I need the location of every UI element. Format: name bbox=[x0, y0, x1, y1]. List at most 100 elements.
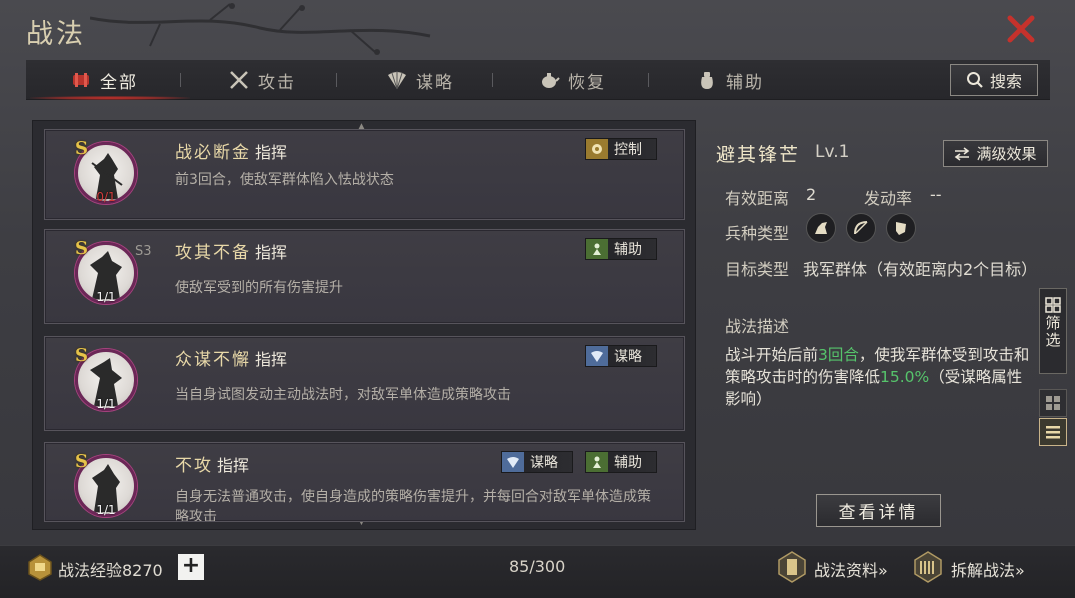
tag-support: 辅助 bbox=[585, 238, 657, 260]
detail-description: 战斗开始后前3回合，使我军群体受到攻击和策略攻击时的伤害降低15.0%（受谋略属… bbox=[725, 344, 1035, 410]
tab-separator bbox=[336, 73, 337, 87]
tab-separator bbox=[180, 73, 181, 87]
view-details-button[interactable]: 查看详情 bbox=[816, 494, 941, 527]
tab-label: 谋略 bbox=[416, 72, 454, 93]
tactic-kind: 指挥 bbox=[217, 456, 250, 475]
tab-all[interactable]: 全部 bbox=[70, 60, 138, 100]
pouch-icon bbox=[696, 69, 718, 91]
filter-button[interactable]: 筛选 bbox=[1039, 288, 1067, 374]
branch-decoration bbox=[90, 3, 431, 55]
tactic-kind: 指挥 bbox=[255, 243, 288, 262]
tactic-capacity: 85/300 bbox=[509, 557, 566, 576]
tactic-kind: 指挥 bbox=[255, 350, 288, 369]
tag-label: 谋略 bbox=[614, 349, 642, 365]
page-title: 战法 bbox=[26, 19, 86, 50]
tactic-name-text: 战必断金 bbox=[175, 143, 251, 163]
tab-support[interactable]: 辅助 bbox=[696, 60, 764, 100]
tab-strategy[interactable]: 谋略 bbox=[386, 60, 454, 100]
dismantle-icon bbox=[914, 551, 942, 583]
grid-view-button[interactable] bbox=[1039, 389, 1067, 417]
tactic-exp-icon bbox=[28, 554, 52, 581]
tactic-count: 1/1 bbox=[96, 290, 116, 304]
add-exp-button[interactable]: + bbox=[178, 554, 204, 580]
tactic-card[interactable]: S 1/1 不攻 指挥 自身无法普通攻击，使自身造成的策略伤害提升，并每回合对敌军… bbox=[44, 442, 685, 522]
active-tab-indicator bbox=[30, 96, 190, 100]
filter-label: 筛选 bbox=[1043, 315, 1062, 349]
tactic-card[interactable]: S 0/1 战必断金 指挥 前3回合，使敌军群体陷入怯战状态 控制 bbox=[44, 129, 685, 220]
tactic-count: 1/1 bbox=[96, 503, 116, 517]
scroll-icon bbox=[70, 69, 92, 91]
range-value: 2 bbox=[806, 185, 817, 204]
tactic-name: 众谋不懈 指挥 bbox=[175, 345, 287, 370]
tactic-desc: 当自身试图发动主动战法时，对敌军单体造成策略攻击 bbox=[175, 387, 511, 403]
tactic-name: 攻其不备 指挥 bbox=[175, 238, 287, 263]
rate-value: -- bbox=[930, 185, 942, 204]
tab-recovery[interactable]: 恢复 bbox=[538, 60, 606, 100]
grade-badge: S bbox=[75, 138, 88, 159]
tab-separator bbox=[648, 73, 649, 87]
tag-label: 辅助 bbox=[614, 242, 642, 258]
desc-highlight: 3回合 bbox=[818, 346, 859, 364]
tab-attack[interactable]: 攻击 bbox=[228, 60, 296, 100]
tag-label: 辅助 bbox=[614, 455, 642, 471]
tactic-card[interactable]: S 1/1 众谋不懈 指挥 当自身试图发动主动战法时，对敌军单体造成策略攻击 谋略 bbox=[44, 336, 685, 431]
grid-view-icon bbox=[1046, 396, 1060, 410]
strategy-icon bbox=[502, 452, 524, 472]
tactic-name-text: 不攻 bbox=[175, 456, 213, 476]
tactic-count: 0/1 bbox=[96, 190, 116, 204]
search-label: 搜索 bbox=[989, 72, 1022, 91]
detail-tactic-name: 避其锋芒 bbox=[716, 144, 801, 166]
teapot-icon bbox=[538, 69, 560, 91]
target-type-label: 目标类型 bbox=[725, 260, 790, 279]
close-icon[interactable] bbox=[1004, 12, 1038, 46]
strategy-icon bbox=[586, 346, 608, 366]
tactic-season: S3 bbox=[135, 244, 152, 259]
support-icon bbox=[586, 239, 608, 259]
tactic-name-text: 众谋不懈 bbox=[175, 350, 251, 370]
search-button[interactable]: 搜索 bbox=[950, 64, 1038, 96]
troop-type-label: 兵种类型 bbox=[725, 224, 790, 243]
cavalry-icon bbox=[806, 213, 836, 243]
tactic-card[interactable]: S S3 1/1 攻其不备 指挥 使敌军受到的所有伤害提升 辅助 bbox=[44, 229, 685, 324]
tactic-name: 战必断金 指挥 bbox=[175, 138, 287, 163]
max-effect-button[interactable]: 满级效果 bbox=[943, 140, 1048, 167]
dismantle-tactic-link[interactable]: 拆解战法» bbox=[951, 557, 1025, 581]
tab-label: 攻击 bbox=[258, 72, 296, 93]
tag-support: 辅助 bbox=[585, 451, 657, 473]
swap-icon bbox=[955, 146, 970, 161]
detail-tactic-level: Lv.1 bbox=[815, 142, 850, 162]
control-icon bbox=[586, 139, 608, 159]
tactic-data-link[interactable]: 战法资料» bbox=[814, 557, 888, 581]
desc-highlight: 15.0% bbox=[880, 368, 930, 386]
support-icon bbox=[586, 452, 608, 472]
tactic-kind: 指挥 bbox=[255, 143, 288, 162]
fan-icon bbox=[386, 69, 408, 91]
tactic-desc: 使敌军受到的所有伤害提升 bbox=[175, 280, 343, 296]
rate-label: 发动率 bbox=[864, 189, 913, 208]
tag-strategy: 谋略 bbox=[501, 451, 573, 473]
tab-label: 全部 bbox=[100, 72, 138, 93]
desc-label: 战法描述 bbox=[725, 317, 790, 336]
grade-badge: S bbox=[75, 345, 88, 366]
shield-icon bbox=[886, 213, 916, 243]
grade-badge: S bbox=[75, 451, 88, 472]
tab-label: 辅助 bbox=[726, 72, 764, 93]
tab-separator bbox=[492, 73, 493, 87]
tag-label: 控制 bbox=[614, 142, 642, 158]
grade-badge: S bbox=[75, 238, 88, 259]
target-type-value: 我军群体（有效距离内2个目标） bbox=[803, 260, 1038, 279]
tag-label: 谋略 bbox=[530, 455, 558, 471]
crossed-swords-icon bbox=[228, 69, 250, 91]
tab-label: 恢复 bbox=[568, 72, 606, 93]
archer-icon bbox=[846, 213, 876, 243]
search-icon bbox=[966, 72, 983, 88]
tactic-data-icon bbox=[778, 551, 806, 583]
tactic-name-text: 攻其不备 bbox=[175, 243, 251, 263]
tactic-exp: 战法经验8270 bbox=[58, 561, 163, 580]
list-view-icon bbox=[1046, 426, 1060, 439]
desc-text: 战斗开始后前 bbox=[725, 346, 819, 364]
list-view-button[interactable] bbox=[1039, 418, 1067, 446]
tactic-desc: 自身无法普通攻击，使自身造成的策略伤害提升，并每回合对敌军单体造成策略攻击 bbox=[175, 489, 651, 522]
max-effect-label: 满级效果 bbox=[976, 145, 1037, 163]
range-label: 有效距离 bbox=[725, 189, 790, 208]
